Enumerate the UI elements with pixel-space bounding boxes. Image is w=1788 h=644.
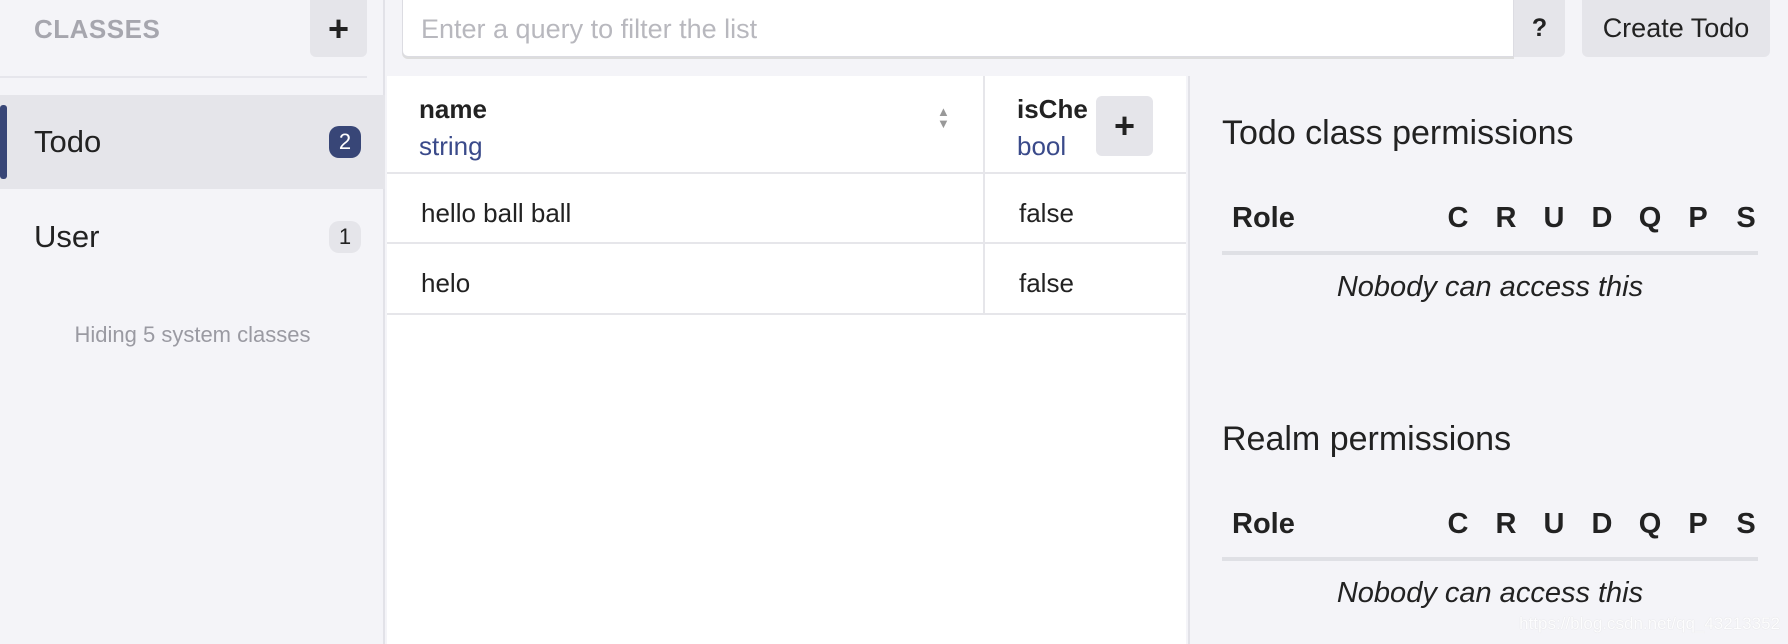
permission-flags: CRUDQPS xyxy=(1434,202,1770,235)
role-header: Role xyxy=(1232,202,1295,234)
search-input[interactable]: Enter a query to filter the list xyxy=(402,0,1514,57)
add-column-button[interactable]: + xyxy=(1096,96,1153,156)
classes-heading: CLASSES xyxy=(34,14,161,44)
permission-flag-c: C xyxy=(1447,508,1469,540)
permission-flag-s: S xyxy=(1736,508,1756,540)
permission-flag-d: D xyxy=(1591,202,1613,234)
divider xyxy=(0,76,367,78)
hidden-classes-note[interactable]: Hiding 5 system classes xyxy=(0,322,385,348)
permission-flag-q: Q xyxy=(1638,508,1662,540)
permission-flag-q: Q xyxy=(1638,202,1662,234)
sidebar-item-user[interactable]: User 1 xyxy=(0,190,385,284)
sidebar: CLASSES + Todo 2 User 1 Hiding 5 system … xyxy=(0,0,385,644)
permission-flag-p: P xyxy=(1688,202,1708,234)
sidebar-item-label: Todo xyxy=(34,124,102,159)
sidebar-item-todo[interactable]: Todo 2 xyxy=(0,95,385,189)
divider xyxy=(1222,557,1758,561)
permission-flags: CRUDQPS xyxy=(1434,508,1770,541)
table-cell[interactable]: false xyxy=(985,244,1186,315)
empty-permissions: Nobody can access this xyxy=(1336,271,1644,303)
table-cell[interactable]: helo xyxy=(387,244,985,315)
table-cell[interactable]: hello ball ball xyxy=(387,174,985,244)
count-badge: 1 xyxy=(329,221,361,253)
column-name: name xyxy=(419,94,487,124)
data-table: name string ▲ ▼ isChe bool + hello ball b… xyxy=(387,76,1186,644)
empty-permissions: Nobody can access this xyxy=(1336,577,1644,609)
create-todo-button[interactable]: Create Todo xyxy=(1582,0,1770,57)
column-header-ischecked[interactable]: isChe bool xyxy=(985,76,1186,174)
permission-flag-r: R xyxy=(1495,202,1517,234)
table-cell[interactable]: false xyxy=(985,174,1186,244)
help-button[interactable]: ? xyxy=(1514,0,1565,57)
permission-flag-u: U xyxy=(1543,202,1565,234)
permission-flag-p: P xyxy=(1688,508,1708,540)
permission-flag-u: U xyxy=(1543,508,1565,540)
permission-flag-c: C xyxy=(1447,202,1469,234)
role-header: Role xyxy=(1232,508,1295,540)
permission-flag-d: D xyxy=(1591,508,1613,540)
permission-flag-r: R xyxy=(1495,508,1517,540)
add-class-button[interactable]: + xyxy=(310,0,367,57)
plus-icon: + xyxy=(327,7,350,49)
sidebar-item-label: User xyxy=(34,219,100,254)
permissions-panel: Todo class permissions Role CRUDQPS Nobo… xyxy=(1188,76,1788,644)
realm-permissions-title: Realm permissions xyxy=(1222,420,1512,458)
column-header-name[interactable]: name string ▲ ▼ xyxy=(387,76,985,174)
plus-icon: + xyxy=(1113,105,1136,146)
active-indicator xyxy=(0,105,7,179)
column-type: string xyxy=(419,131,483,161)
sort-icon[interactable]: ▲ ▼ xyxy=(937,105,950,130)
permission-flag-s: S xyxy=(1736,202,1756,234)
watermark: https://blog.csdn.net/qq_43213352 xyxy=(1519,614,1780,633)
class-permissions-title: Todo class permissions xyxy=(1222,114,1574,152)
divider xyxy=(1222,251,1758,255)
count-badge: 2 xyxy=(329,126,361,158)
